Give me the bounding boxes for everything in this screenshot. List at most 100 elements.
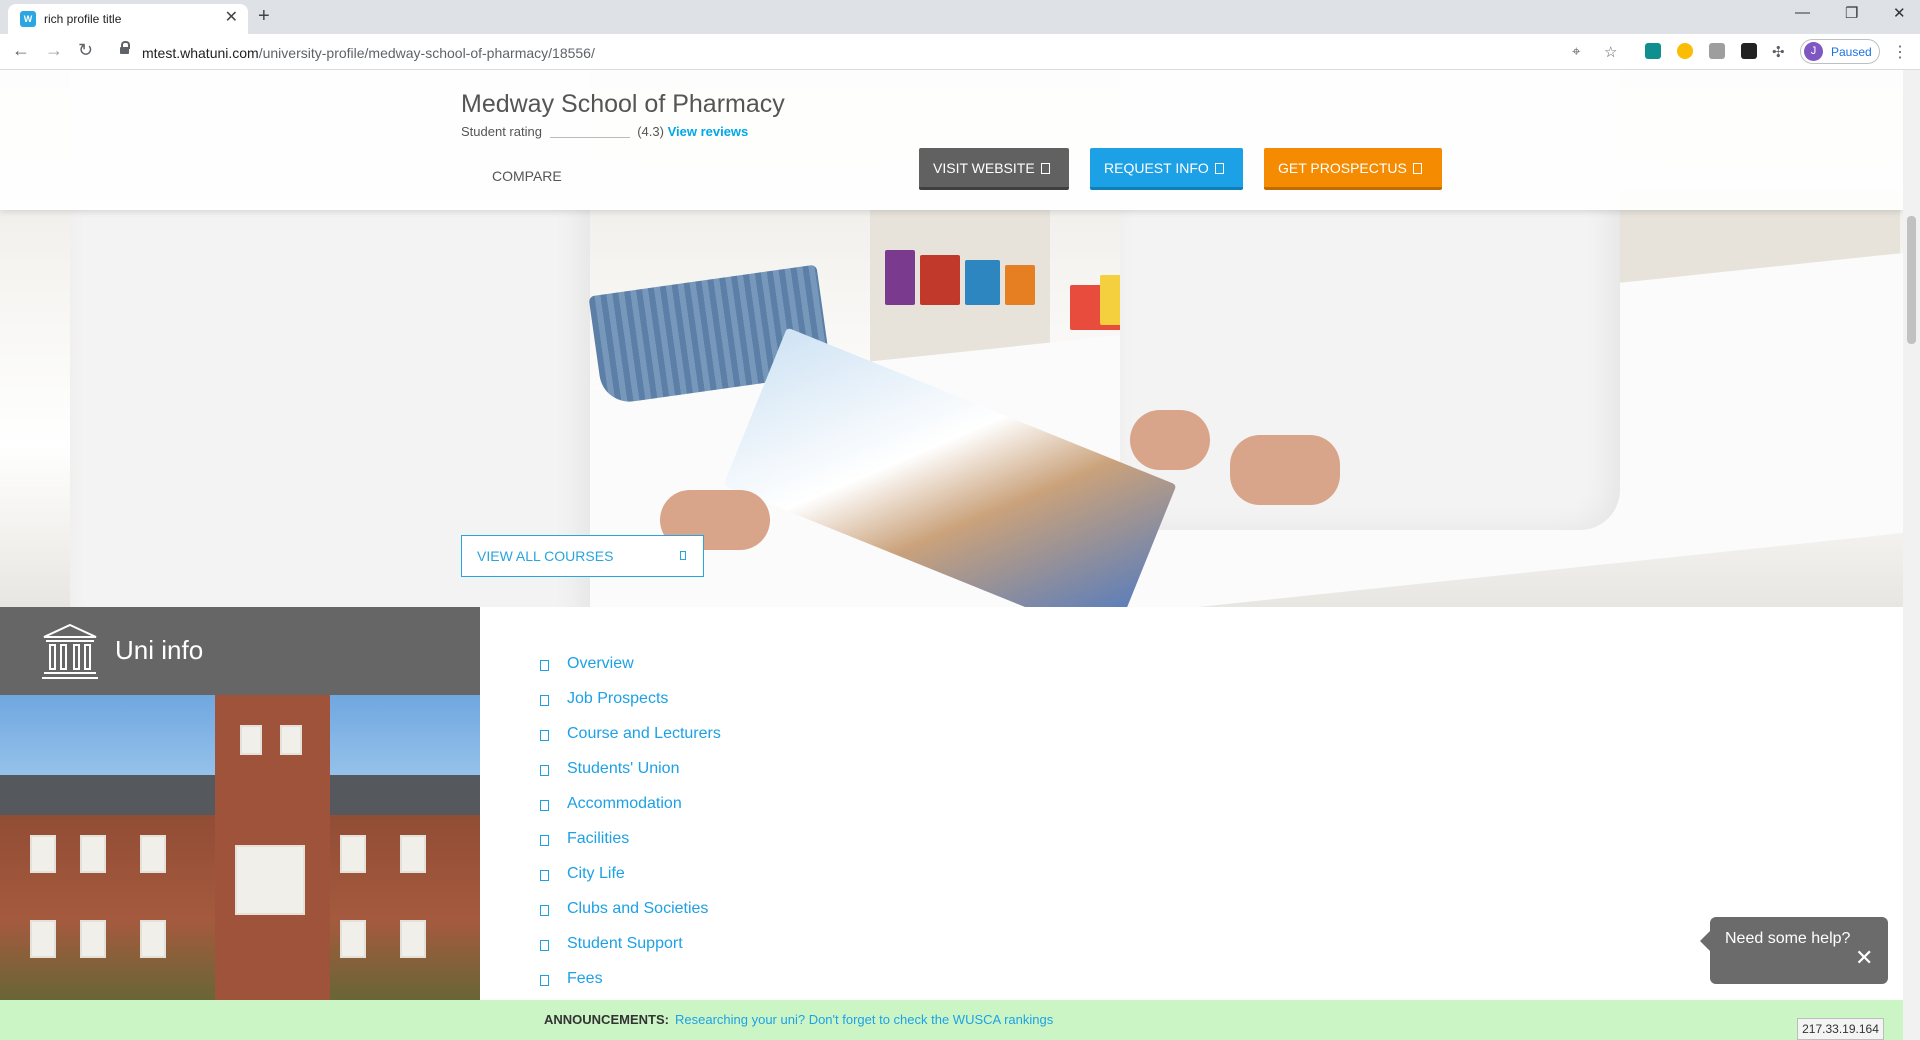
tab-close-icon[interactable]: ✕ <box>225 9 238 27</box>
announcements-bar: ANNOUNCEMENTS: Researching your uni? Don… <box>0 1000 1903 1040</box>
url-text[interactable]: mtest.whatuni.com/university-profile/med… <box>142 45 595 61</box>
url-domain: mtest.whatuni.com <box>142 45 259 61</box>
arrow-icon <box>680 551 686 560</box>
window <box>30 835 56 873</box>
link-label: Student Support <box>567 935 683 952</box>
link-label: Facilities <box>567 830 630 847</box>
window <box>340 920 366 958</box>
link-icon <box>540 800 549 811</box>
extensions-puzzle-icon[interactable]: ✣ <box>1772 43 1785 61</box>
browser-tab[interactable]: W rich profile title ✕ <box>8 4 248 34</box>
link-label: Accommodation <box>567 795 682 812</box>
extension-icon[interactable] <box>1677 43 1693 59</box>
rating-stars <box>549 127 630 139</box>
whatuni-favicon-icon: W <box>20 11 36 27</box>
view-reviews-link[interactable]: View reviews <box>668 124 749 139</box>
link-icon <box>540 905 549 916</box>
window <box>140 920 166 958</box>
window <box>240 725 262 755</box>
info-icon <box>1214 163 1224 174</box>
product-box <box>965 260 1000 305</box>
profile-button[interactable]: J Paused <box>1800 39 1880 64</box>
window <box>400 920 426 958</box>
page-viewport: Medway School of Pharmacy Student rating… <box>0 70 1903 1040</box>
uni-info-title: Uni info <box>115 635 204 665</box>
extension-icon[interactable] <box>1709 43 1725 59</box>
url-path: /university-profile/medway-school-of-pha… <box>258 45 595 61</box>
help-close-icon[interactable]: ✕ <box>1855 947 1873 969</box>
window <box>140 835 166 873</box>
link-label: Overview <box>567 655 634 672</box>
get-prospectus-label: GET PROSPECTUS <box>1278 160 1407 176</box>
request-info-button[interactable]: REQUEST INFO <box>1090 148 1243 190</box>
campus-photo <box>0 695 480 1040</box>
back-arrow-icon[interactable]: ← <box>12 40 30 61</box>
link-icon <box>540 730 549 741</box>
forward-arrow-icon[interactable]: → <box>45 40 63 61</box>
rating-label: Student rating <box>461 124 542 139</box>
profile-status: Paused <box>1831 45 1872 59</box>
rating-value: (4.3) <box>637 124 664 139</box>
uni-info-header: Uni info <box>0 607 480 695</box>
link-icon <box>540 975 549 986</box>
product-box <box>1005 265 1035 305</box>
link-label: City Life <box>567 865 625 882</box>
student-rating: Student rating (4.3) View reviews <box>461 124 748 139</box>
window-close-icon[interactable]: ✕ <box>1893 4 1906 22</box>
restore-icon[interactable]: ❐ <box>1845 4 1858 22</box>
minimize-icon[interactable]: — <box>1795 4 1810 21</box>
product-box <box>920 255 960 305</box>
extension-icon[interactable] <box>1741 43 1757 59</box>
prospectus-icon <box>1412 163 1422 174</box>
lock-icon[interactable] <box>120 41 130 57</box>
announcement-link[interactable]: Researching your uni? Don't forget to ch… <box>675 1012 1053 1027</box>
university-building-icon <box>42 623 98 679</box>
hand <box>1130 410 1210 470</box>
page-scrollbar[interactable] <box>1903 70 1920 1040</box>
link-icon <box>540 695 549 706</box>
bookmark-star-icon[interactable]: ☆ <box>1604 43 1617 61</box>
view-all-courses-label: VIEW ALL COURSES <box>477 548 614 564</box>
profile-header: Medway School of Pharmacy Student rating… <box>0 70 1903 210</box>
location-pin-icon[interactable]: ⌖ <box>1572 43 1580 60</box>
help-text: Need some help? <box>1725 930 1851 947</box>
window <box>235 845 305 915</box>
link-label: Students' Union <box>567 760 680 777</box>
link-icon <box>540 765 549 776</box>
window <box>80 920 106 958</box>
tab-title: rich profile title <box>44 12 122 26</box>
link-label: Fees <box>567 970 603 987</box>
link-icon <box>540 870 549 881</box>
window <box>280 725 302 755</box>
link-icon <box>540 940 549 951</box>
external-link-icon <box>1040 163 1050 174</box>
profile-avatar: J <box>1804 42 1823 61</box>
link-icon <box>540 835 549 846</box>
browser-menu-icon[interactable]: ⋮ <box>1892 42 1908 62</box>
link-label: Course and Lecturers <box>567 725 721 742</box>
announcements-label: ANNOUNCEMENTS: <box>544 1012 669 1027</box>
window <box>30 920 56 958</box>
request-info-label: REQUEST INFO <box>1104 160 1209 176</box>
scrollbar-thumb[interactable] <box>1907 216 1916 344</box>
link-label: Job Prospects <box>567 690 669 707</box>
window <box>340 835 366 873</box>
reload-icon[interactable]: ↻ <box>78 40 93 61</box>
compare-button[interactable]: COMPARE <box>492 168 562 184</box>
window <box>400 835 426 873</box>
visit-website-button[interactable]: VISIT WEBSITE <box>919 148 1069 190</box>
hand <box>1230 435 1340 505</box>
link-label: Clubs and Societies <box>567 900 709 917</box>
browser-toolbar: ← → ↻ mtest.whatuni.com/university-profi… <box>0 34 1920 70</box>
window <box>80 835 106 873</box>
new-tab-button[interactable]: + <box>258 5 270 28</box>
extension-icon[interactable] <box>1645 43 1661 59</box>
address-bar[interactable]: mtest.whatuni.com/university-profile/med… <box>110 38 1630 66</box>
uni-name: Medway School of Pharmacy <box>461 90 785 118</box>
product-box <box>885 250 915 305</box>
ip-address-badge: 217.33.19.164 <box>1797 1018 1884 1040</box>
get-prospectus-button[interactable]: GET PROSPECTUS <box>1264 148 1442 190</box>
help-chat-bubble[interactable]: Need some help? ✕ <box>1700 917 1888 984</box>
visit-website-label: VISIT WEBSITE <box>933 160 1035 176</box>
view-all-courses-button[interactable]: VIEW ALL COURSES <box>461 535 704 577</box>
